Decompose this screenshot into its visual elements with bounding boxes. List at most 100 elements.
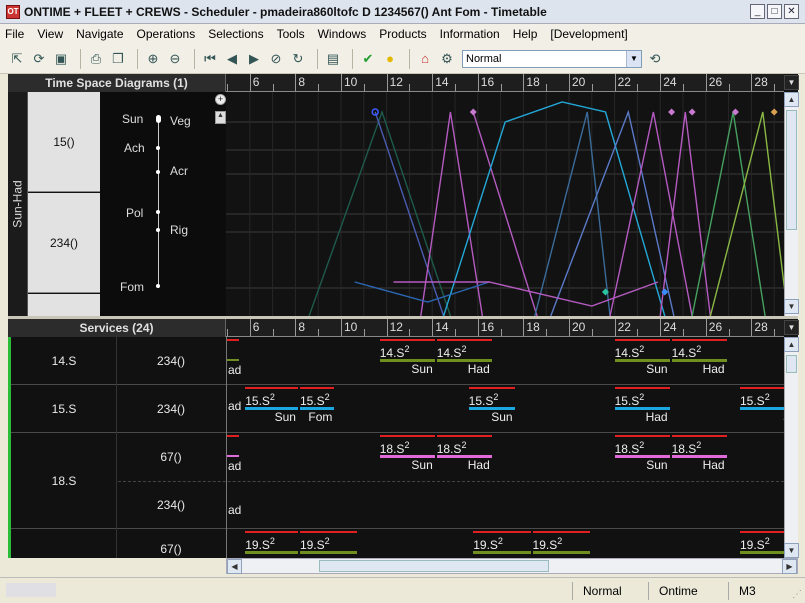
trip-label[interactable]: 15.S2: [469, 392, 499, 408]
trip-bar[interactable]: [740, 551, 784, 554]
scroll-up-icon[interactable]: ▲: [784, 337, 799, 352]
menu-help[interactable]: Help: [513, 27, 538, 41]
menu-selections[interactable]: Selections: [208, 27, 263, 41]
back-icon[interactable]: ◀: [223, 50, 241, 68]
mode-select[interactable]: Normal ▼: [462, 49, 642, 68]
menu-navigate[interactable]: Navigate: [76, 27, 123, 41]
trip-label[interactable]: 15.S2: [740, 392, 770, 408]
trip-label[interactable]: 19.S2: [473, 536, 503, 552]
trip-name: 14.S: [671, 346, 697, 360]
trip-label[interactable]: 14.S2: [380, 344, 410, 360]
ruler-label: 24: [663, 320, 677, 334]
tsd-group-1[interactable]: 15(): [28, 92, 100, 192]
scroll-up-icon[interactable]: ▲: [784, 92, 799, 107]
services-time-ruler[interactable]: 6 8 10 12 14 16 18 20 22 24 26 28: [226, 319, 784, 337]
trip-bar[interactable]: [299, 551, 358, 554]
trip-label[interactable]: 19.S2: [740, 536, 770, 552]
filter-icon[interactable]: ⊘: [267, 50, 285, 68]
trip-label[interactable]: 14.S2: [437, 344, 467, 360]
zoom-out-icon[interactable]: ⊖: [166, 50, 184, 68]
menu-information[interactable]: Information: [440, 27, 500, 41]
expand-icon[interactable]: +: [215, 94, 226, 105]
service-name: 15.S: [51, 402, 77, 416]
chevron-down-icon[interactable]: ▼: [626, 50, 641, 67]
tsd-time-ruler[interactable]: 6 8 10 12 14 16 18 20 22 24 26 28: [226, 74, 784, 92]
ruler-label: 18: [526, 75, 540, 89]
scroll-thumb[interactable]: [319, 560, 549, 572]
ruler-dropdown-icon[interactable]: ▼: [784, 75, 799, 90]
copy-icon[interactable]: ❐: [109, 50, 127, 68]
trip-line[interactable]: [354, 281, 490, 303]
trip-bar[interactable]: [532, 551, 590, 554]
menu-development[interactable]: [Development]: [550, 27, 627, 41]
tsd-group-2[interactable]: 234(): [28, 193, 100, 293]
trip-marker[interactable]: [668, 108, 676, 116]
first-icon[interactable]: ⏮: [201, 50, 219, 68]
trip-marker[interactable]: [688, 108, 696, 116]
trip-label[interactable]: 19.S2: [245, 536, 275, 552]
scroll-thumb[interactable]: [786, 110, 797, 230]
reload-icon[interactable]: ↻: [289, 50, 307, 68]
clipped-trip-label: ad: [228, 503, 242, 517]
services-vertical-scrollbar[interactable]: ▲ ▼: [784, 337, 799, 558]
zoom-in-icon[interactable]: ⊕: [144, 50, 162, 68]
trip-duty-bar: [740, 387, 784, 389]
tsd-vertical-scrollbar[interactable]: ▲ ▼: [784, 92, 799, 316]
save-icon[interactable]: ▣: [52, 50, 70, 68]
maximize-button[interactable]: □: [767, 4, 782, 19]
scroll-left-icon[interactable]: ◀: [227, 559, 242, 574]
forward-icon[interactable]: ▶: [245, 50, 263, 68]
trip-label[interactable]: 15.S2: [245, 392, 275, 408]
resize-grip-icon[interactable]: ⋰: [792, 589, 802, 600]
station-dot: [156, 210, 160, 214]
home-icon[interactable]: ⌂: [416, 50, 434, 68]
trip-bar[interactable]: [473, 551, 531, 554]
ruler-tick: [728, 84, 730, 91]
close-button[interactable]: ✕: [784, 4, 799, 19]
trip-marker[interactable]: [469, 108, 477, 116]
trip-label[interactable]: 15.S2: [300, 392, 330, 408]
menu-file[interactable]: File: [5, 27, 24, 41]
trip-label[interactable]: 18.S2: [615, 440, 645, 456]
minimize-button[interactable]: _: [750, 4, 765, 19]
trip-bar[interactable]: [245, 551, 298, 554]
trip-label[interactable]: 14.S2: [615, 344, 645, 360]
ruler-label: 8: [298, 320, 306, 334]
trip-label[interactable]: 19.S2: [533, 536, 563, 552]
trip-label[interactable]: 18.S2: [672, 440, 702, 456]
check-icon[interactable]: ✔: [359, 50, 377, 68]
trip-label[interactable]: 14.S2: [672, 344, 702, 360]
scroll-right-icon[interactable]: ▶: [782, 559, 797, 574]
scroll-down-icon[interactable]: ▼: [784, 543, 799, 558]
collapse-icon[interactable]: ▲: [215, 111, 226, 124]
open-icon[interactable]: ⇱: [8, 50, 26, 68]
ruler-dropdown-icon[interactable]: ▼: [784, 320, 799, 335]
menu-products[interactable]: Products: [379, 27, 426, 41]
scroll-down-icon[interactable]: ▼: [784, 299, 799, 314]
apply-icon[interactable]: ⟲: [646, 50, 664, 68]
lightbulb-icon[interactable]: ●: [381, 50, 399, 68]
service-row[interactable]: 67(): [8, 529, 784, 558]
clipped-trip-label: ad: [228, 459, 242, 473]
trip-label[interactable]: 15.S2: [615, 392, 645, 408]
menu-view[interactable]: View: [37, 27, 63, 41]
menu-operations[interactable]: Operations: [137, 27, 196, 41]
menu-tools[interactable]: Tools: [277, 27, 305, 41]
trip-superscript: 2: [461, 440, 467, 450]
trip-label[interactable]: 18.S2: [437, 440, 467, 456]
trip-label[interactable]: 19.S2: [300, 536, 330, 552]
trip-superscript: 2: [497, 536, 503, 546]
report-icon[interactable]: ▤: [324, 50, 342, 68]
station-acr: Acr: [170, 164, 188, 178]
scroll-thumb[interactable]: [786, 355, 797, 373]
trip-duty-bar: [379, 339, 435, 341]
settings-icon[interactable]: ⚙: [438, 50, 456, 68]
trip-label[interactable]: 18.S2: [380, 440, 410, 456]
menu-windows[interactable]: Windows: [318, 27, 367, 41]
time-space-diagram[interactable]: [226, 92, 784, 316]
horizontal-scrollbar[interactable]: ◀ ▶: [226, 558, 798, 574]
trip-marker[interactable]: [770, 108, 778, 116]
print-icon[interactable]: ⎙: [87, 50, 105, 68]
refresh-icon[interactable]: ⟳: [30, 50, 48, 68]
ruler-tick: [249, 319, 251, 336]
